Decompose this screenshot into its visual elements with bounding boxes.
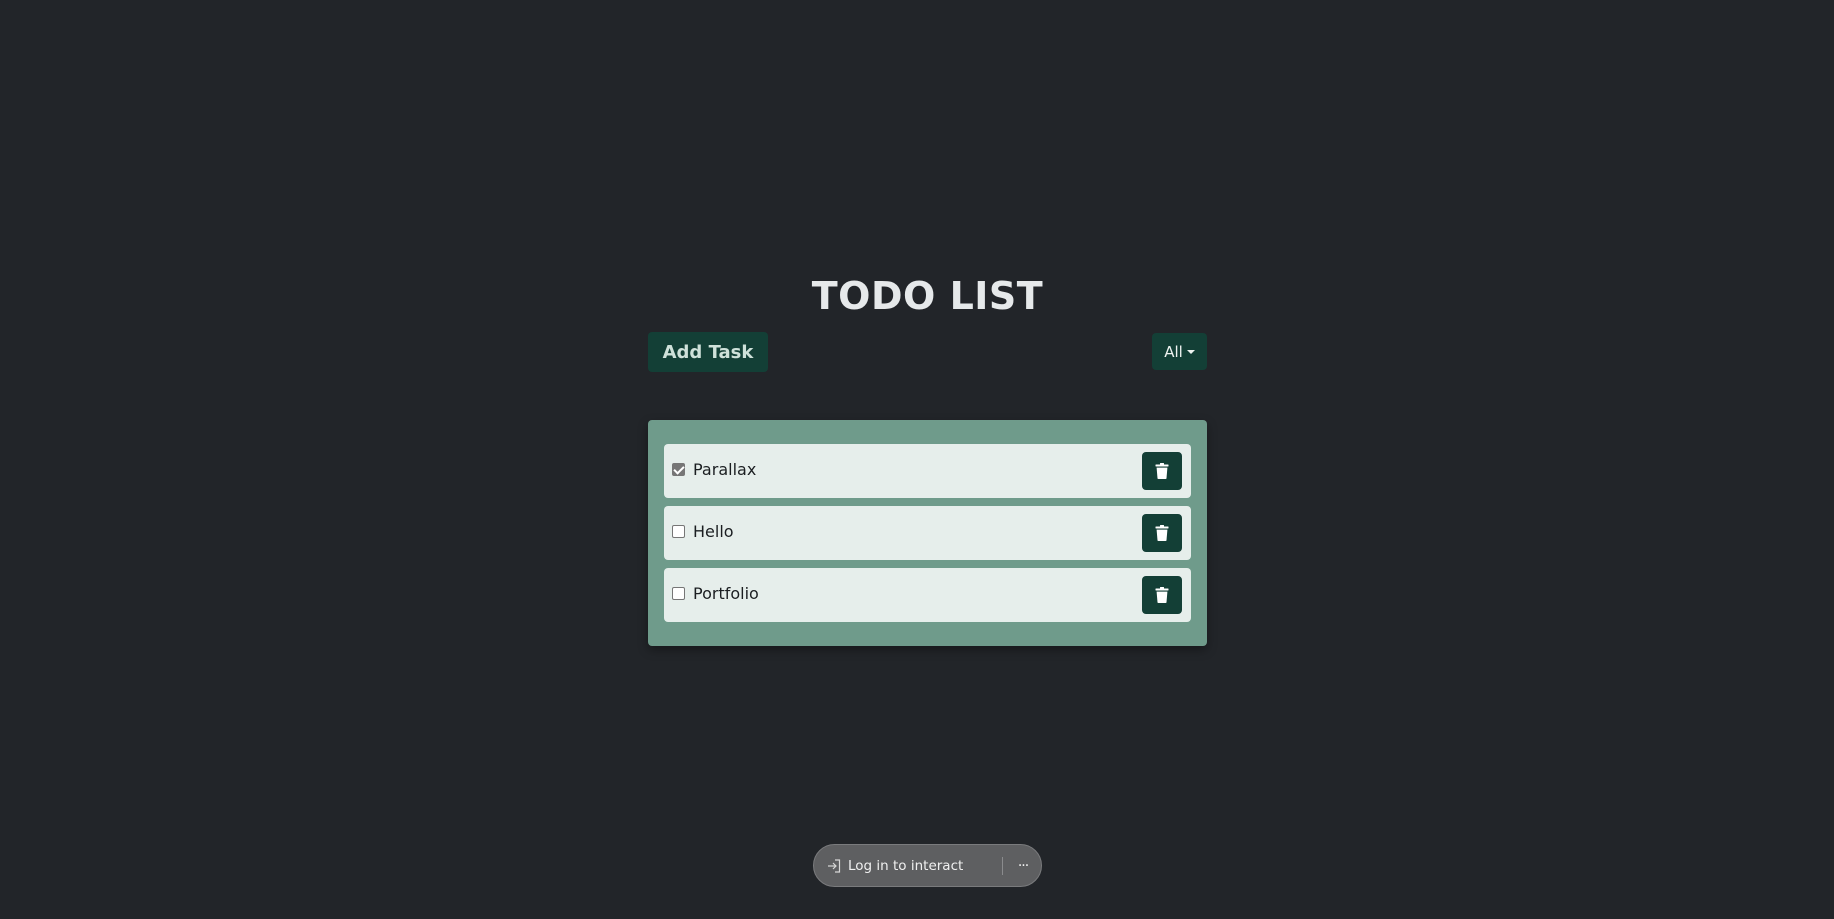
trash-icon	[1155, 587, 1169, 603]
more-options-button[interactable]: ···	[1009, 845, 1037, 886]
todo-item: Portfolio	[664, 568, 1191, 622]
todo-item: Hello	[664, 506, 1191, 560]
todo-checkbox[interactable]	[672, 525, 685, 538]
todo-label: Portfolio	[693, 584, 759, 603]
delete-button[interactable]	[1142, 514, 1182, 552]
login-banner: Log in to interact ···	[813, 844, 1042, 887]
filter-dropdown[interactable]: All	[1152, 333, 1207, 370]
page-title: TODO LIST	[811, 274, 1044, 318]
divider	[1002, 857, 1003, 875]
delete-button[interactable]	[1142, 452, 1182, 490]
trash-icon	[1155, 463, 1169, 479]
todo-checkbox[interactable]	[672, 463, 685, 476]
filter-label: All	[1164, 342, 1183, 361]
login-button[interactable]: Log in to interact	[826, 845, 963, 886]
delete-button[interactable]	[1142, 576, 1182, 614]
todo-label: Parallax	[693, 460, 757, 479]
login-label: Log in to interact	[848, 857, 964, 874]
todo-list: Parallax Hello Portfolio	[648, 420, 1207, 646]
todo-checkbox[interactable]	[672, 587, 685, 600]
login-arrow-icon	[828, 858, 841, 873]
trash-icon	[1155, 525, 1169, 541]
caret-down-icon	[1186, 350, 1195, 354]
todo-item: Parallax	[664, 444, 1191, 498]
add-task-button[interactable]: Add Task	[648, 332, 768, 372]
todo-label: Hello	[693, 522, 734, 541]
